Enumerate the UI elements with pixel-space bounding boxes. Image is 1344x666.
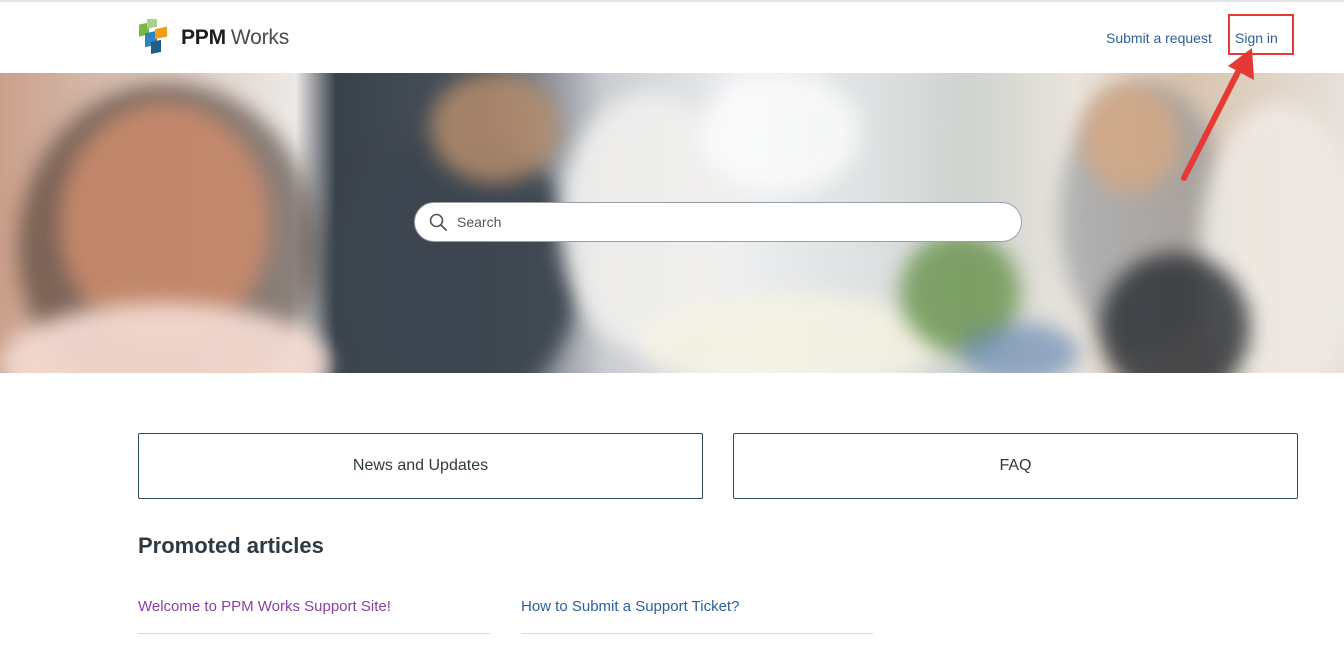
category-faq[interactable]: FAQ (733, 433, 1298, 499)
category-label: FAQ (999, 457, 1032, 474)
search-input[interactable] (455, 213, 999, 231)
category-news-and-updates[interactable]: News and Updates (138, 433, 703, 499)
sign-in-link[interactable]: Sign in (1235, 30, 1278, 46)
ppm-logo-icon (137, 19, 171, 57)
search-icon (429, 213, 447, 231)
site-header: PPM Works Submit a request Sign in (0, 2, 1344, 73)
hero-photo-shape (960, 323, 1080, 373)
ppm-works-logo[interactable]: PPM Works (137, 18, 289, 58)
hero-photo-shape (700, 73, 860, 193)
promoted-article-link[interactable]: How to Submit a Support Ticket? (521, 596, 873, 634)
hero-photo-shape (1080, 83, 1180, 193)
logo-bold-text: PPM (181, 26, 226, 49)
promoted-articles-heading: Promoted articles (138, 533, 324, 558)
logo-rest-text: Works (230, 26, 290, 49)
category-label: News and Updates (352, 457, 489, 474)
hero-photo-shape (430, 73, 560, 183)
submit-request-link[interactable]: Submit a request (1106, 30, 1212, 46)
promoted-article-link[interactable]: Welcome to PPM Works Support Site! (138, 596, 490, 634)
search-bar[interactable] (414, 202, 1022, 242)
logo-wordmark: PPM Works (181, 26, 289, 50)
